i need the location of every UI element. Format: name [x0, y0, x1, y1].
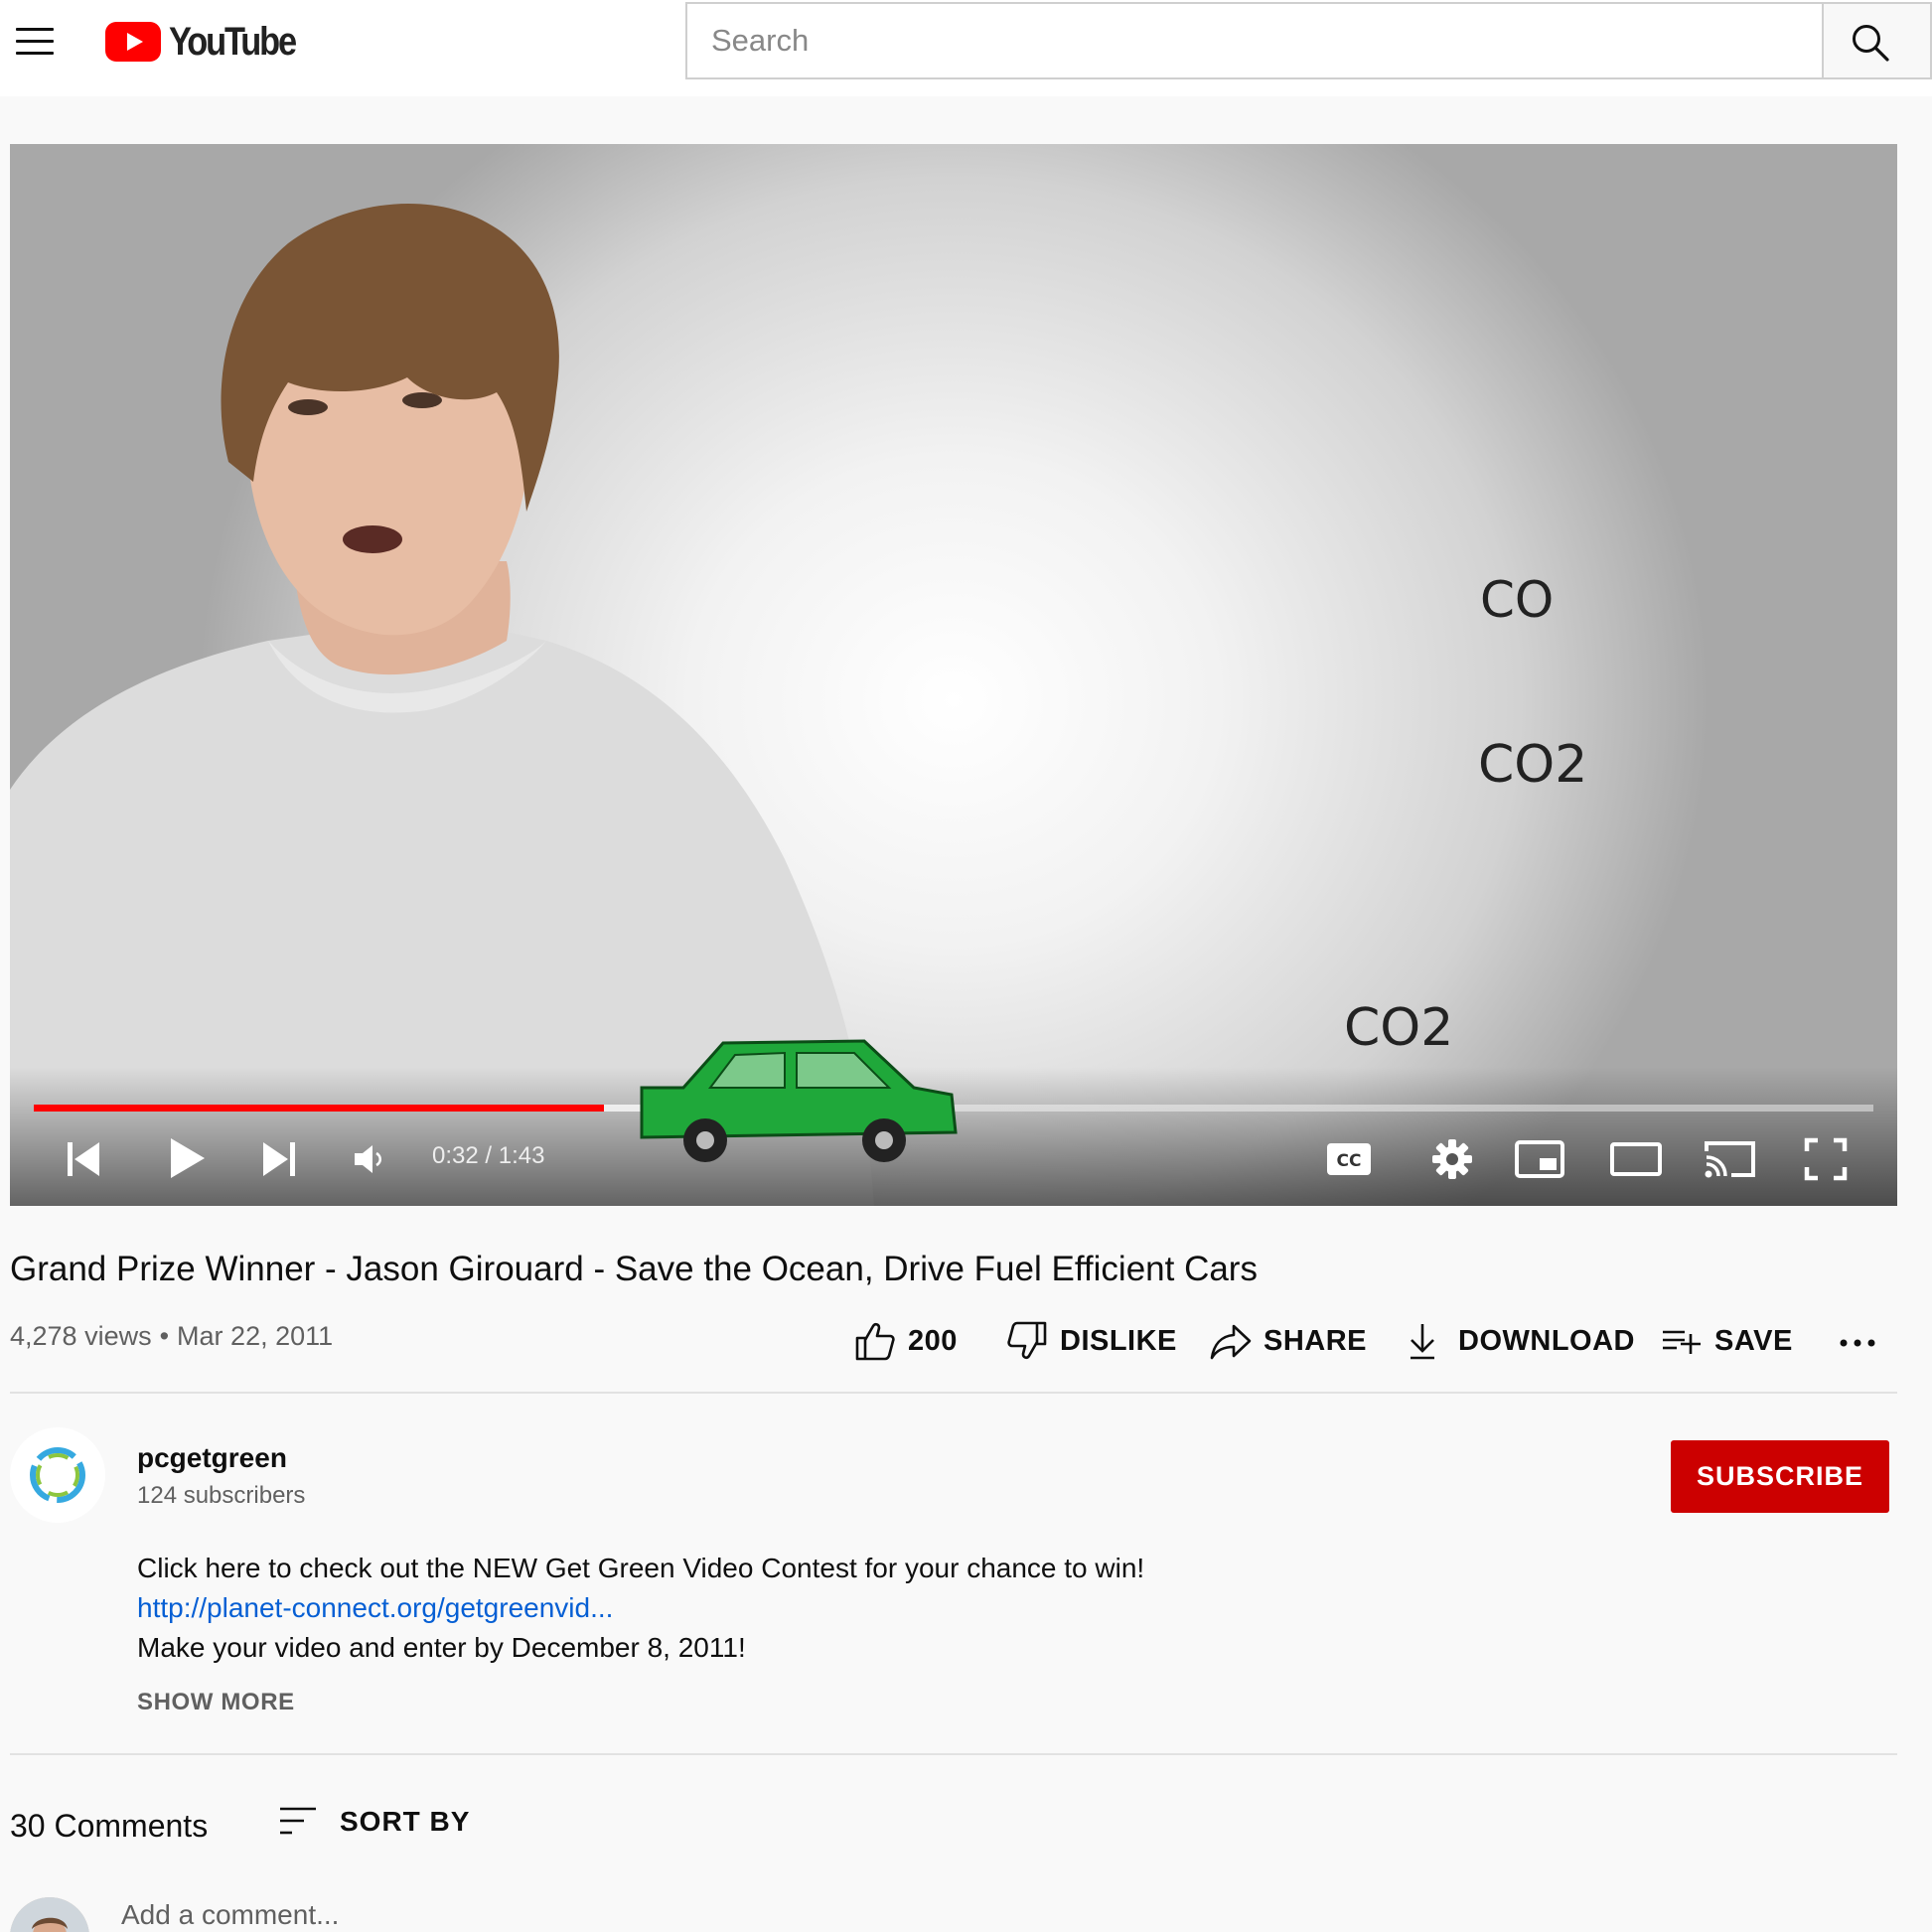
save-button[interactable]: SAVE — [1661, 1319, 1793, 1363]
logo-text: YouTube — [169, 19, 297, 64]
more-actions-button[interactable] — [1838, 1319, 1877, 1363]
dislike-button[interactable]: DISLIKE — [1006, 1319, 1177, 1363]
like-button[interactable]: 200 — [854, 1319, 958, 1363]
settings-icon[interactable] — [1430, 1137, 1474, 1181]
theater-icon[interactable] — [1609, 1141, 1663, 1177]
captions-icon[interactable]: CC — [1325, 1141, 1373, 1177]
download-button[interactable]: DOWNLOAD — [1405, 1319, 1635, 1363]
video-frame-text: CO2 — [1478, 735, 1588, 795]
user-avatar-image — [10, 1897, 89, 1932]
next-icon[interactable] — [261, 1140, 297, 1178]
hamburger-menu-icon[interactable] — [16, 28, 54, 56]
previous-icon[interactable] — [66, 1140, 101, 1178]
subscriber-count: 124 subscribers — [137, 1482, 306, 1509]
sort-comments-button[interactable]: SORT BY — [278, 1800, 470, 1844]
upload-date: Mar 22, 2011 — [177, 1321, 334, 1351]
search-icon — [1853, 25, 1889, 62]
search-input[interactable] — [687, 4, 1824, 77]
show-more-button[interactable]: SHOW MORE — [137, 1689, 295, 1716]
channel-logo-ring-icon — [30, 1447, 85, 1503]
description-line: Make your video and enter by December 8,… — [137, 1632, 746, 1663]
video-frame-text: CO2 — [1344, 998, 1454, 1058]
svg-text:CC: CC — [1337, 1151, 1362, 1171]
video-frame-car — [640, 1039, 958, 1162]
video-frame-text: CO — [1480, 571, 1555, 629]
video-meta: 4,278 views • Mar 22, 2011 — [10, 1321, 333, 1352]
share-icon — [1210, 1324, 1252, 1360]
search-button[interactable] — [1822, 2, 1932, 79]
share-button[interactable]: SHARE — [1210, 1319, 1367, 1363]
time-display: 0:32 / 1:43 — [432, 1142, 545, 1169]
masthead: YouTube — [0, 0, 1932, 96]
fullscreen-icon[interactable] — [1804, 1137, 1848, 1181]
dislike-label: DISLIKE — [1060, 1324, 1177, 1357]
cast-icon[interactable] — [1704, 1139, 1757, 1179]
description-link[interactable]: http://planet-connect.org/getgreenvid... — [137, 1592, 613, 1624]
description-line: Click here to check out the NEW Get Gree… — [137, 1553, 1145, 1583]
download-icon — [1411, 1324, 1434, 1360]
divider — [10, 1392, 1897, 1394]
download-label: DOWNLOAD — [1458, 1324, 1635, 1357]
divider — [10, 1753, 1897, 1755]
thumbs-down-icon — [1007, 1321, 1047, 1360]
user-avatar[interactable] — [10, 1897, 89, 1932]
youtube-play-logo-icon — [105, 22, 161, 62]
add-to-playlist-icon — [1663, 1330, 1701, 1354]
search-box — [685, 2, 1824, 79]
youtube-logo[interactable]: YouTube — [105, 20, 316, 64]
thumbs-up-icon — [855, 1322, 895, 1361]
comments-count: 30 Comments — [10, 1808, 209, 1844]
play-icon[interactable] — [167, 1135, 207, 1181]
sort-label: SORT BY — [340, 1806, 471, 1837]
video-title: Grand Prize Winner - Jason Girouard - Sa… — [10, 1250, 1258, 1288]
subscribe-button[interactable]: SUBSCRIBE — [1671, 1440, 1889, 1513]
progress-played — [34, 1105, 605, 1112]
add-comment-input[interactable]: Add a comment... — [121, 1899, 339, 1931]
miniplayer-icon[interactable] — [1514, 1139, 1565, 1179]
video-player[interactable]: CO CO2 CO2 0:32 / 1:43 CC — [10, 144, 1897, 1206]
channel-name[interactable]: pcgetgreen — [137, 1442, 287, 1474]
sort-icon — [280, 1807, 316, 1835]
volume-icon[interactable] — [353, 1143, 386, 1175]
view-count: 4,278 views — [10, 1321, 152, 1351]
more-horizontal-icon — [1840, 1339, 1875, 1347]
save-label: SAVE — [1714, 1324, 1793, 1357]
channel-avatar[interactable] — [10, 1427, 105, 1523]
like-count: 200 — [908, 1324, 958, 1357]
youtube-watch-page: YouTube CO CO2 CO2 — [0, 0, 1932, 1932]
meta-separator: • — [159, 1321, 170, 1351]
share-label: SHARE — [1263, 1324, 1368, 1357]
